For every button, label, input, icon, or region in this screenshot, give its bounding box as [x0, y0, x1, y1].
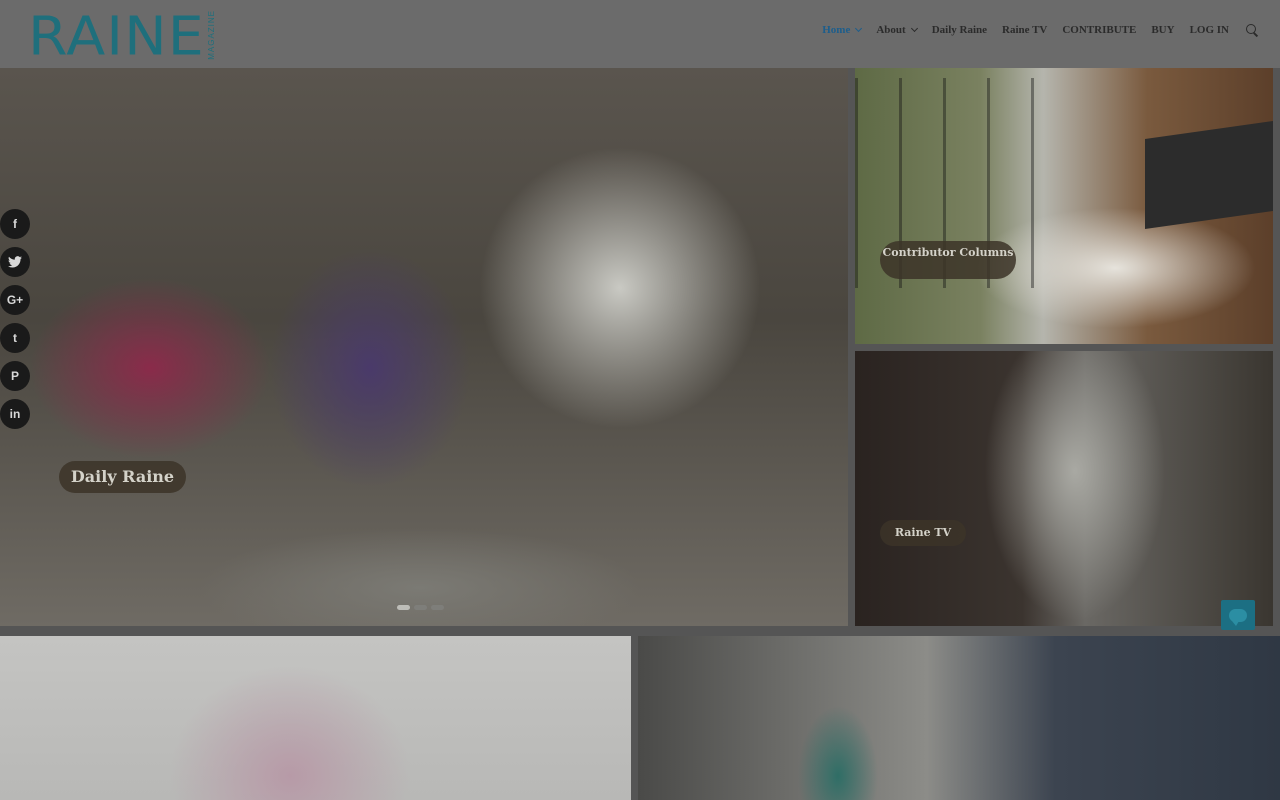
- nav-item-about[interactable]: About: [876, 24, 918, 36]
- nav-item-label: CONTRIBUTE: [1062, 24, 1137, 36]
- slider-dot-2[interactable]: [414, 605, 427, 610]
- nav-item-label: LOG IN: [1189, 24, 1229, 36]
- slider-pagination: [397, 605, 448, 610]
- nav-item-login[interactable]: LOG IN: [1190, 24, 1229, 36]
- chevron-down-icon: [855, 24, 863, 33]
- social-share-bar: f G+ t P in: [0, 209, 30, 437]
- twitter-bird-glyph: [8, 256, 22, 268]
- article-tile-right[interactable]: [638, 636, 1280, 800]
- nav-item-contribute[interactable]: CONTRIBUTE: [1062, 24, 1136, 36]
- nav-item-label: About: [876, 24, 906, 36]
- article-tile-left[interactable]: [0, 636, 631, 800]
- facebook-icon[interactable]: f: [0, 209, 30, 239]
- nav-item-daily-raine[interactable]: Daily Raine: [932, 24, 987, 36]
- nav-item-label: Daily Raine: [931, 24, 988, 36]
- featured-slider[interactable]: [0, 68, 848, 626]
- search-icon[interactable]: [1246, 24, 1258, 36]
- tile-caption-raine-tv[interactable]: Raine TV: [880, 520, 966, 546]
- nav-item-label: Home: [822, 24, 851, 36]
- logo-subtitle: MAGAZINE: [206, 10, 216, 60]
- logo-wordmark: RAINE: [28, 6, 205, 68]
- twitter-icon[interactable]: [0, 247, 30, 277]
- nav-item-buy[interactable]: BUY: [1151, 24, 1174, 36]
- nav-item-label: BUY: [1151, 24, 1175, 36]
- slider-dot-3[interactable]: [431, 605, 444, 610]
- pinterest-icon[interactable]: P: [0, 361, 30, 391]
- nav-item-raine-tv[interactable]: Raine TV: [1002, 24, 1047, 36]
- google-plus-icon[interactable]: G+: [0, 285, 30, 315]
- slider-dot-1[interactable]: [397, 605, 410, 610]
- main-nav: Home About Daily Raine Raine TV CONTRIBU…: [807, 24, 1258, 36]
- tumblr-icon[interactable]: t: [0, 323, 30, 353]
- site-header: RAINE MAGAZINE Home About Daily Raine Ra…: [0, 0, 1280, 68]
- nav-item-label: Raine TV: [1002, 24, 1048, 36]
- chat-icon: [1229, 608, 1247, 626]
- site-logo[interactable]: RAINE MAGAZINE: [28, 6, 216, 64]
- slide-caption-daily-raine[interactable]: Daily Raine: [59, 461, 186, 493]
- raine-tv-tile[interactable]: [855, 351, 1273, 626]
- linkedin-icon[interactable]: in: [0, 399, 30, 429]
- tile-caption-contributor-columns[interactable]: Contributor Columns: [880, 241, 1016, 279]
- chat-button[interactable]: [1221, 600, 1255, 630]
- chevron-down-icon: [910, 24, 918, 33]
- tile-photo-detail: [1145, 121, 1273, 229]
- nav-item-home[interactable]: Home: [822, 24, 863, 36]
- contributor-columns-tile[interactable]: [855, 68, 1273, 344]
